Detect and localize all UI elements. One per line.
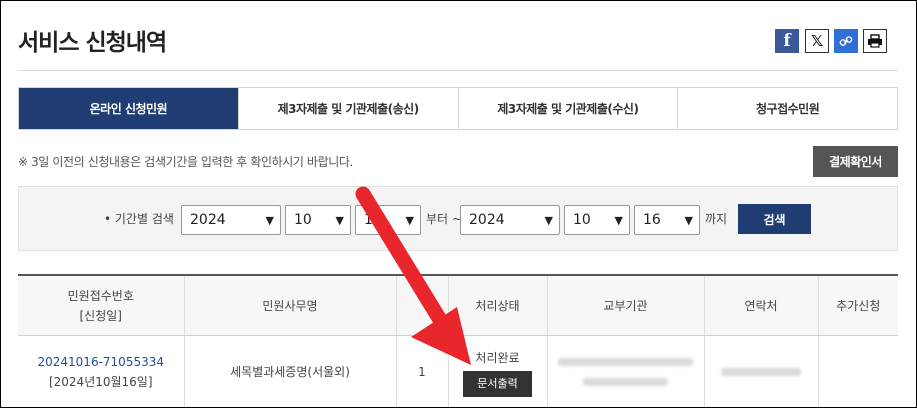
application-date-header-label: [신청일]	[79, 308, 122, 323]
print-icon[interactable]	[863, 29, 887, 53]
application-date: [2024년10월16일]	[48, 375, 153, 389]
link-copy-icon[interactable]	[834, 29, 858, 53]
from-year-select[interactable]: 2024 ▼	[181, 205, 281, 235]
period-search-label: • 기간별 검색	[104, 212, 174, 226]
x-share-icon[interactable]: 𝕏	[805, 29, 829, 53]
redacted-agency-line	[558, 358, 693, 366]
receipt-number-header: 민원접수번호 [신청일]	[18, 274, 184, 336]
contact-header: 연락처	[703, 274, 818, 336]
from-day-select[interactable]: 16 ▼	[355, 205, 421, 235]
additional-request-header: 추가신청	[817, 274, 898, 336]
receipt-cell: 20241016-71055334 [2024년10월16일]	[18, 335, 184, 407]
tab-third-party-received[interactable]: 제3자제출 및 기관제출(수신)	[457, 88, 678, 129]
page-frame: 서비스 신청내역 f 𝕏 온라인 신청민원 제3자제출 및 기관제출(송신) 제…	[0, 0, 917, 408]
page-title: 서비스 신청내역	[18, 30, 167, 56]
table-row: 20241016-71055334 [2024년10월16일] 세목별과세증명(…	[18, 335, 898, 407]
service-name-header: 민원사무명	[183, 274, 396, 336]
chevron-down-icon: ▼	[614, 214, 623, 227]
service-name-cell: 세목별과세증명(서울외)	[183, 335, 396, 407]
redacted-agency-line	[583, 378, 668, 386]
status-text: 처리완료	[475, 350, 520, 365]
tab-online-application[interactable]: 온라인 신청민원	[19, 88, 238, 129]
quantity-cell: 1	[395, 335, 448, 407]
chevron-down-icon: ▼	[405, 214, 414, 227]
from-text: 부터 ~	[426, 212, 462, 226]
status-header: 처리상태	[447, 274, 547, 336]
from-month-select[interactable]: 10 ▼	[285, 205, 351, 235]
payment-confirmation-button[interactable]: 결제확인서	[813, 146, 898, 177]
additional-request-cell	[817, 335, 898, 407]
notice-text: ※ 3일 이전의 신청내용은 검색기간을 입력한 후 확인하시기 바랍니다.	[18, 155, 353, 169]
facebook-share-icon[interactable]: f	[775, 29, 799, 53]
from-day-value: 16	[364, 212, 382, 228]
to-year-value: 2024	[469, 212, 505, 228]
print-document-button[interactable]: 문서출력	[463, 370, 532, 397]
chevron-down-icon: ▼	[335, 214, 344, 227]
until-text: 까지	[705, 212, 728, 226]
chevron-down-icon: ▼	[544, 214, 553, 227]
status-cell: 처리완료 문서출력	[447, 335, 547, 407]
from-year-value: 2024	[190, 212, 226, 228]
issuing-agency-header: 교부기관	[546, 274, 704, 336]
table-header-row: 민원접수번호 [신청일] 민원사무명 처리상태 교부기관 연락처 추가신청	[18, 274, 898, 336]
to-year-select[interactable]: 2024 ▼	[460, 205, 560, 235]
application-table: 민원접수번호 [신청일] 민원사무명 처리상태 교부기관 연락처 추가신청 20…	[18, 274, 898, 407]
receipt-number-link[interactable]: 20241016-71055334	[19, 352, 183, 372]
tab-bar: 온라인 신청민원 제3자제출 및 기관제출(송신) 제3자제출 및 기관제출(수…	[18, 87, 898, 130]
from-month-value: 10	[294, 212, 312, 228]
to-month-value: 10	[573, 212, 591, 228]
chevron-down-icon: ▼	[684, 214, 693, 227]
receipt-number-header-label: 민원접수번호	[67, 288, 134, 303]
to-day-value: 16	[643, 212, 661, 228]
contact-cell	[703, 335, 818, 407]
chevron-down-icon: ▼	[265, 214, 274, 227]
search-panel: • 기간별 검색 2024 ▼ 10 ▼ 16 ▼ 부터 ~ 2024 ▼ 10…	[18, 186, 898, 251]
redacted-contact	[721, 368, 801, 376]
to-day-select[interactable]: 16 ▼	[634, 205, 700, 235]
to-month-select[interactable]: 10 ▼	[564, 205, 630, 235]
tab-claim-receipt[interactable]: 청구접수민원	[677, 88, 897, 129]
title-divider	[18, 70, 898, 71]
quantity-header	[395, 274, 448, 336]
issuing-agency-cell	[546, 335, 704, 407]
search-button[interactable]: 검색	[738, 204, 811, 234]
tab-third-party-sent[interactable]: 제3자제출 및 기관제출(송신)	[237, 88, 458, 129]
